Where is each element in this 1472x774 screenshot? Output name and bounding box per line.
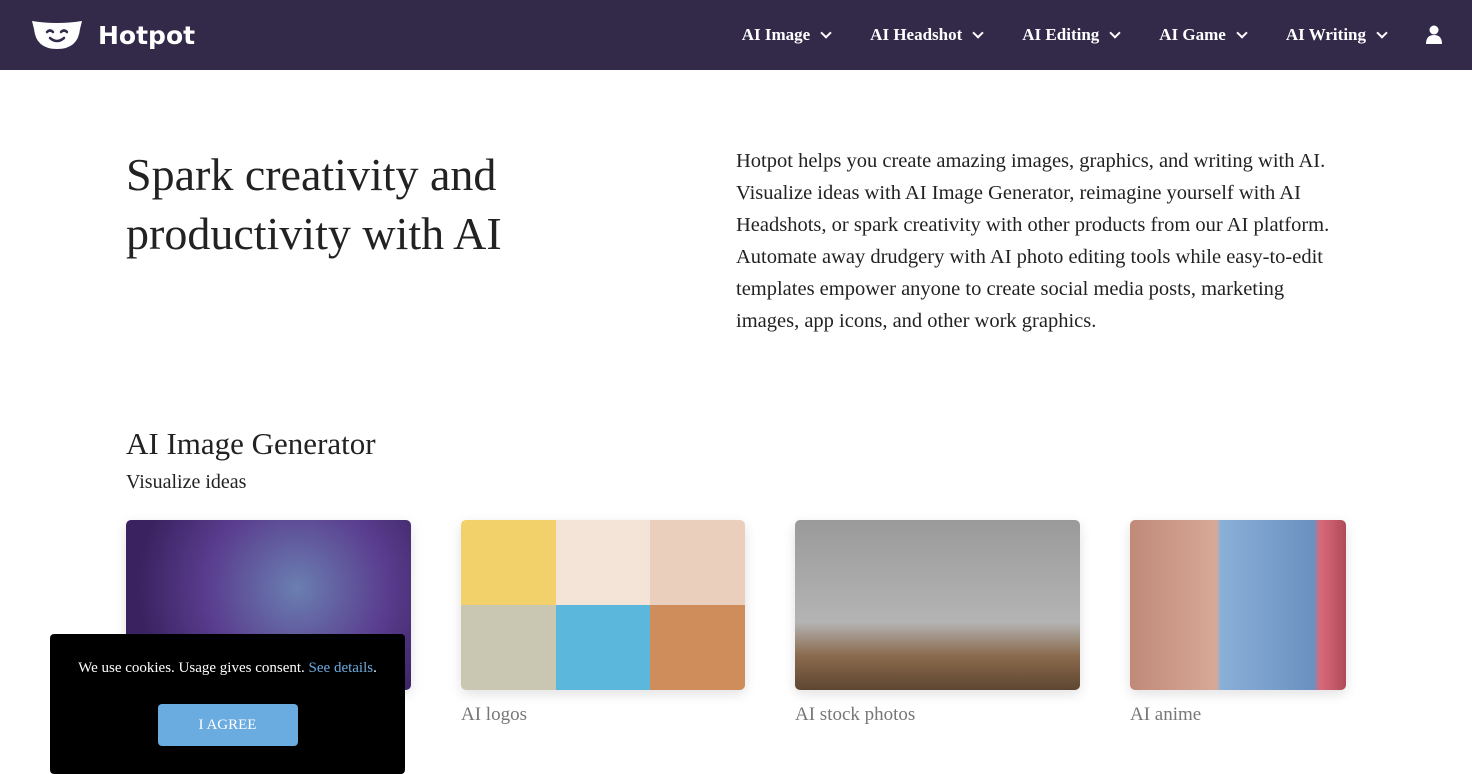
card-ai-stock-photos[interactable]: AI stock photos	[795, 520, 1080, 726]
chevron-down-icon	[972, 27, 984, 39]
see-details-link[interactable]: See details	[309, 660, 374, 676]
section-title: AI Image Generator	[126, 426, 376, 461]
chevron-down-icon	[1109, 27, 1121, 39]
cookie-banner: We use cookies. Usage gives consent. See…	[50, 634, 405, 774]
menu-label: AI Editing	[1022, 25, 1100, 44]
cookie-text: We use cookies. Usage gives consent.	[78, 660, 309, 676]
top-nav: Hotpot AI Image AI Headshot AI Editing A…	[0, 0, 1472, 70]
hotpot-logo-icon	[32, 21, 82, 49]
menu-label: AI Image	[741, 25, 811, 44]
card-label: AI logos	[461, 704, 527, 725]
cookie-period: .	[373, 660, 377, 676]
card-ai-logos[interactable]: AI logos	[461, 520, 745, 726]
section-subtitle: Visualize ideas	[126, 471, 247, 493]
main-menu: AI Image AI Headshot AI Editing AI Game …	[702, 0, 1442, 70]
cookie-message: We use cookies. Usage gives consent. See…	[50, 660, 405, 677]
menu-ai-game[interactable]: AI Game	[1159, 25, 1248, 45]
hero-title: Spark creativity and productivity with A…	[126, 149, 502, 259]
menu-label: AI Game	[1159, 25, 1226, 44]
agree-button[interactable]: I AGREE	[157, 704, 298, 746]
card-ai-anime[interactable]: AI anime	[1130, 520, 1346, 726]
chevron-down-icon	[820, 27, 832, 39]
menu-label: AI Headshot	[870, 25, 963, 44]
menu-ai-image[interactable]: AI Image	[741, 25, 832, 45]
user-icon[interactable]	[1426, 25, 1442, 45]
chevron-down-icon	[1236, 27, 1248, 39]
menu-ai-writing[interactable]: AI Writing	[1285, 25, 1388, 45]
card-label: AI stock photos	[795, 704, 916, 725]
card-label: AI anime	[1130, 704, 1202, 725]
brand-name: Hotpot	[98, 20, 196, 50]
menu-ai-editing[interactable]: AI Editing	[1022, 25, 1121, 45]
hero-description: Hotpot helps you create amazing images, …	[736, 150, 1330, 332]
logo[interactable]: Hotpot	[30, 19, 195, 51]
chevron-down-icon	[1376, 27, 1388, 39]
card-image	[461, 520, 745, 690]
menu-ai-headshot[interactable]: AI Headshot	[870, 25, 984, 45]
menu-label: AI Writing	[1285, 25, 1366, 44]
card-image	[1130, 520, 1346, 690]
card-image	[795, 520, 1080, 690]
